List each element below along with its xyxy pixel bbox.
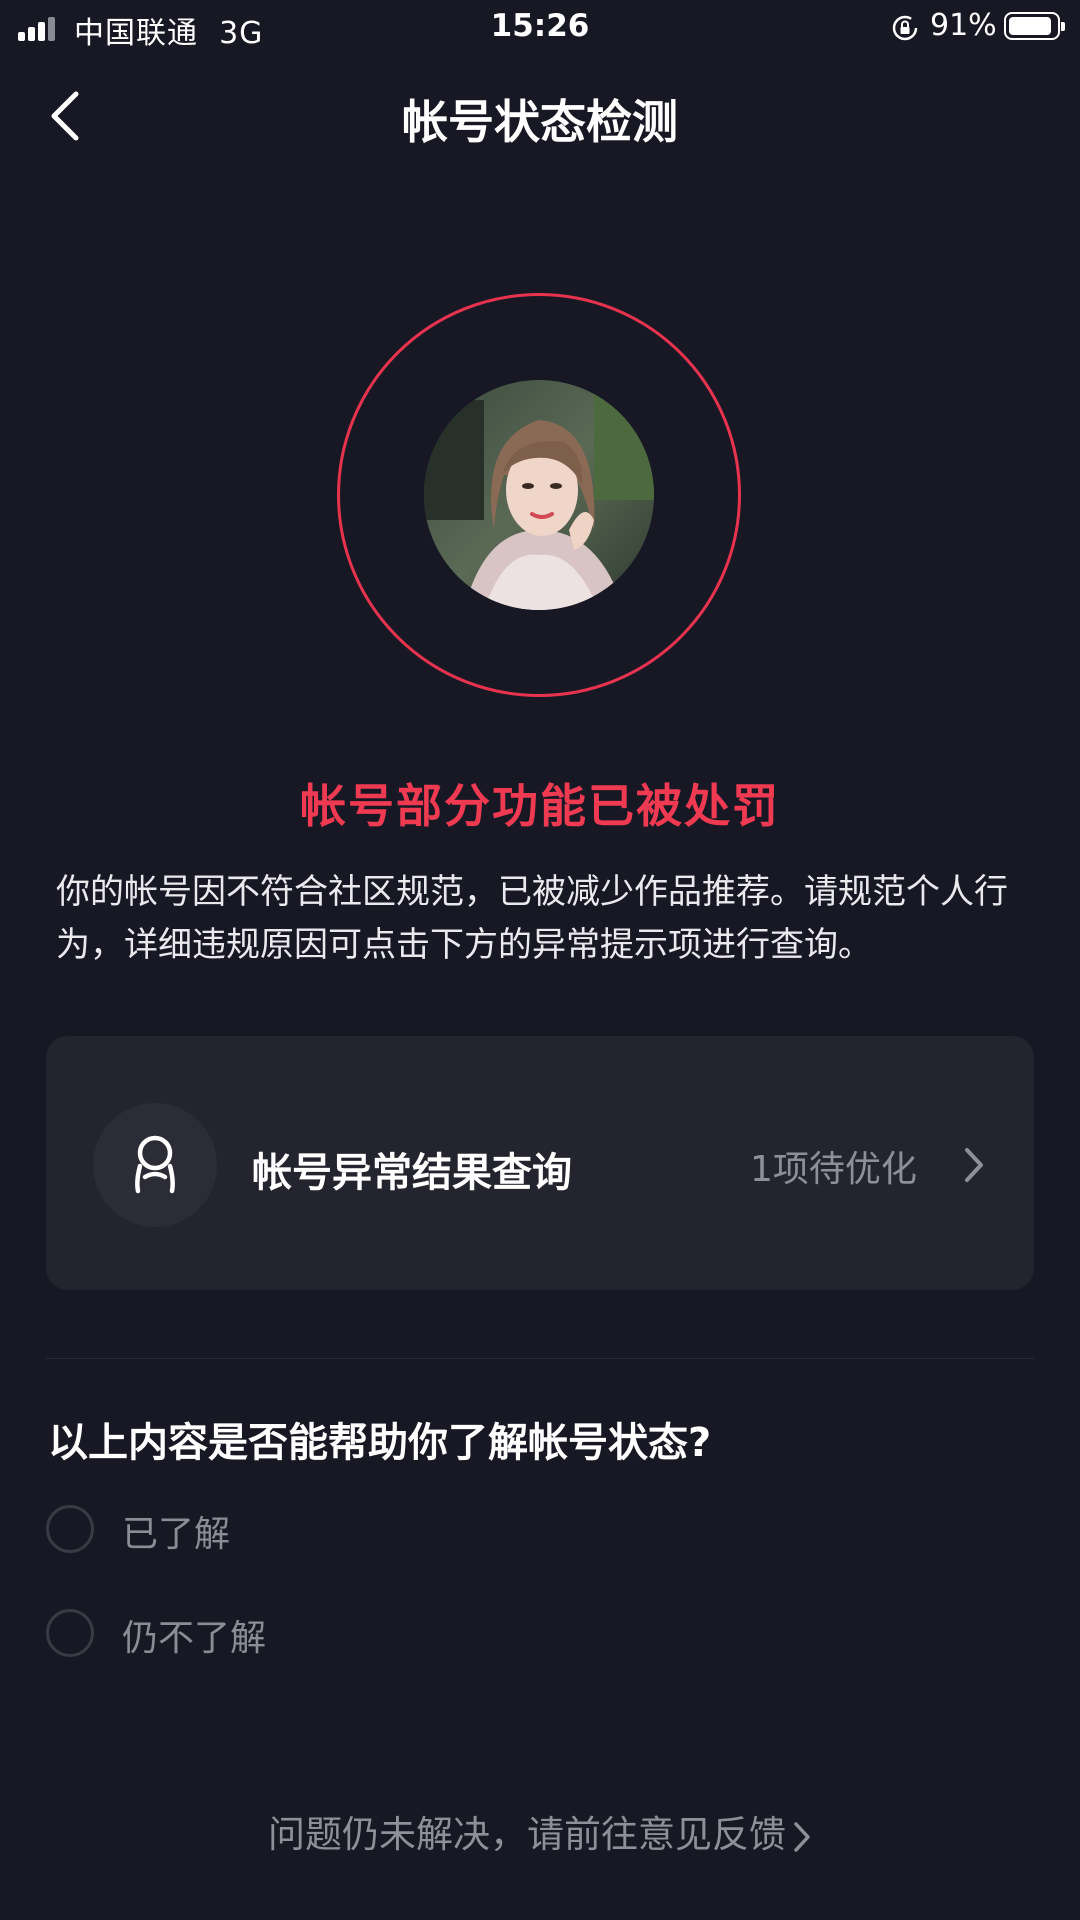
option-label-understood[interactable]: 已了解 [122,1505,230,1557]
card-title: 帐号异常结果查询 [252,1150,572,1196]
orientation-lock-icon [892,15,918,41]
profile-badge-icon [135,1135,175,1194]
feedback-link[interactable]: 问题仍未解决，请前往意见反馈 [0,1804,1080,1858]
avatar [424,380,654,610]
divider [46,1358,1034,1359]
status-bar: 中国联通 3G 15:26 91% [0,0,1080,60]
penalty-description: 你的帐号因不符合社区规范，已被减少作品推荐。请规范个人行为，详细违规原因可点击下… [56,872,1008,965]
chevron-right-icon [794,1821,810,1852]
pending-count-label: 1项待优化 [750,1149,917,1190]
battery-icon [1004,12,1065,40]
feedback-link-label: 问题仍未解决，请前往意见反馈 [268,1813,786,1856]
page-title: 帐号状态检测 [402,95,678,149]
battery-percent: 91% [930,8,997,43]
chevron-right-icon [965,1148,983,1182]
feedback-question: 以上内容是否能帮助你了解帐号状态? [48,1420,712,1466]
option-label-not-understood[interactable]: 仍不了解 [122,1609,266,1661]
radio-understood[interactable] [46,1505,94,1553]
radio-not-understood[interactable] [46,1609,94,1657]
penalty-heading: 帐号部分功能已被处罚 [300,779,780,833]
account-abnormal-result-card[interactable]: 帐号异常结果查询 1项待优化 [46,1036,1034,1290]
card-icon-background [93,1103,217,1227]
